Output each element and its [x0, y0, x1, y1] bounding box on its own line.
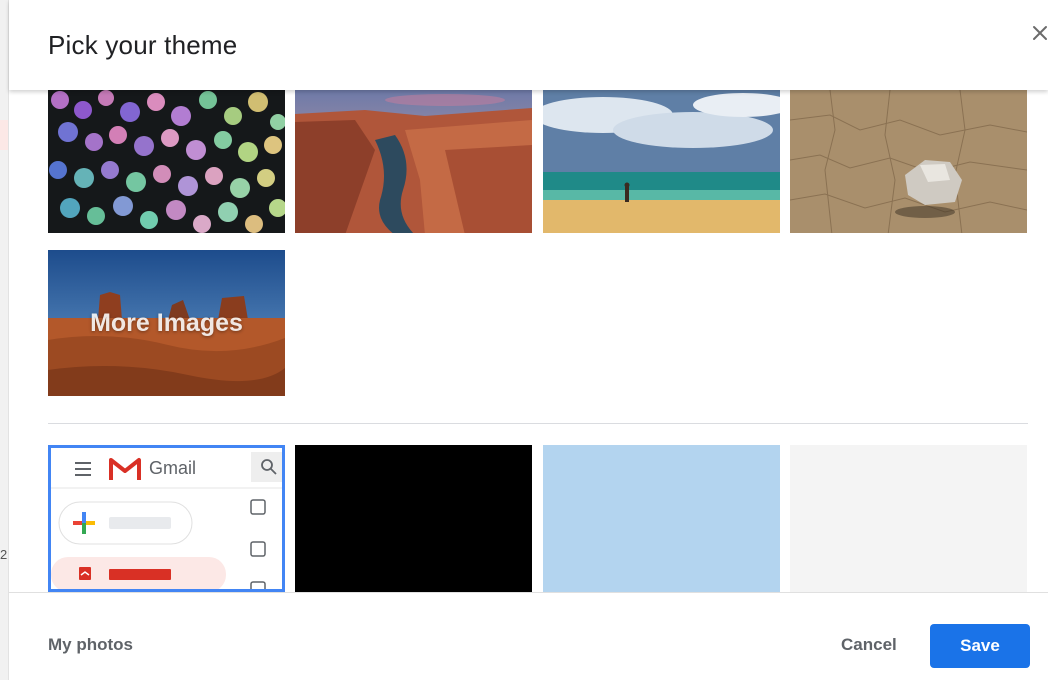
background-selected-row [0, 120, 8, 150]
theme-image-bokeh[interactable] [48, 90, 285, 233]
dialog-title: Pick your theme [48, 30, 238, 60]
theme-image-beach[interactable] [543, 90, 780, 233]
more-images-tile[interactable]: More Images [48, 250, 285, 396]
background-digit: 2 [0, 547, 8, 562]
theme-image-canyon[interactable] [295, 90, 532, 233]
save-button[interactable]: Save [930, 624, 1030, 668]
theme-default-selected[interactable]: Gmail [48, 445, 285, 592]
my-photos-link[interactable]: My photos [48, 635, 133, 655]
theme-dialog: Pick your theme More Images Gmail My pho… [9, 0, 1048, 681]
background-page-edge: 2 [0, 0, 9, 680]
more-images-label: More Images [90, 309, 243, 337]
theme-image-desert-rock[interactable] [790, 90, 1027, 233]
theme-color-light-blue[interactable] [543, 445, 780, 592]
gmail-app-name: Gmail [149, 458, 197, 478]
section-divider [48, 423, 1028, 424]
dialog-header: Pick your theme [9, 0, 1048, 90]
dialog-footer: My photos Cancel Save [9, 592, 1048, 681]
close-icon[interactable] [1025, 18, 1048, 48]
cancel-button[interactable]: Cancel [841, 635, 897, 655]
theme-color-black[interactable] [295, 445, 532, 592]
theme-color-light-gray[interactable] [790, 445, 1027, 592]
theme-grid: More Images Gmail [9, 90, 1048, 592]
